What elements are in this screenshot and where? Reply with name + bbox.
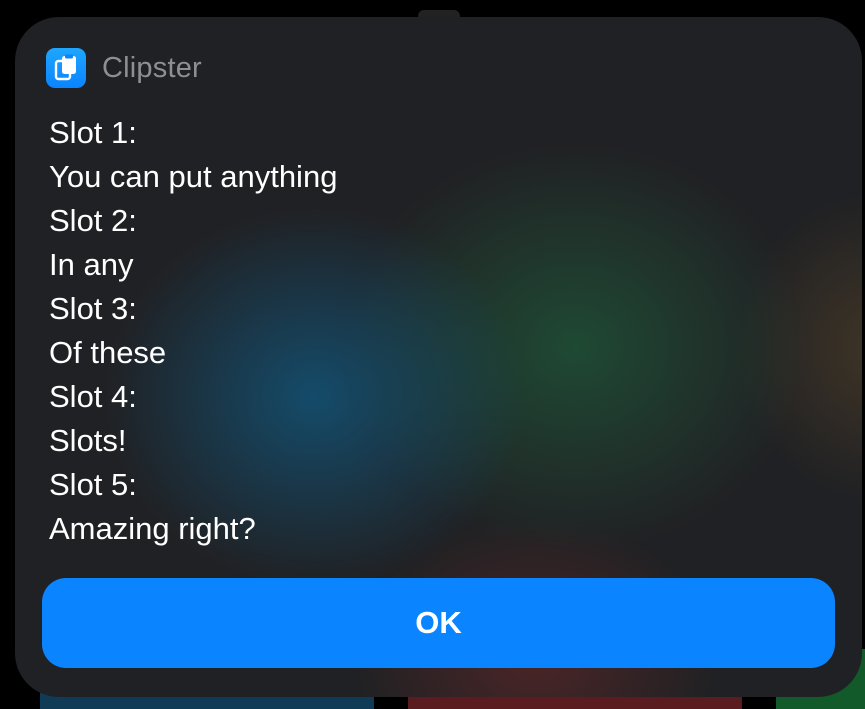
message-line: Slot 5: xyxy=(49,467,137,502)
message-line: Of these xyxy=(49,335,167,370)
message-line: In any xyxy=(49,247,134,282)
clipboard-icon xyxy=(46,48,86,88)
message-line: Slot 3: xyxy=(49,291,137,326)
message-line: Slot 1: xyxy=(49,115,137,150)
message-line: Slot 2: xyxy=(49,203,137,238)
alert-sheet: Clipster Slot 1: You can put anything Sl… xyxy=(15,17,862,697)
ok-button[interactable]: OK xyxy=(42,578,835,668)
alert-header: Clipster xyxy=(46,48,202,88)
alert-message: Slot 1: You can put anything Slot 2: In … xyxy=(49,111,829,551)
app-name: Clipster xyxy=(102,51,202,84)
message-line: You can put anything xyxy=(49,159,338,194)
message-line: Slots! xyxy=(49,423,127,458)
message-line: Amazing right? xyxy=(49,511,256,546)
message-line: Slot 4: xyxy=(49,379,137,414)
